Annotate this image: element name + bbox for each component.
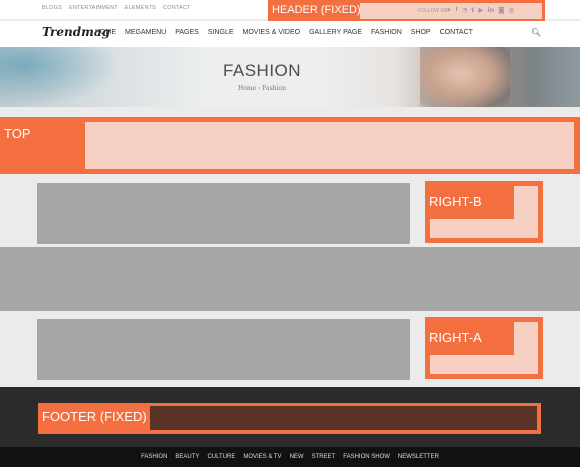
nav-item-shop[interactable]: SHOP — [411, 29, 431, 36]
main-content-placeholder-1 — [37, 183, 410, 244]
youtube-icon[interactable]: ▶ — [478, 6, 483, 14]
top-link-entertainment[interactable]: ENTERTAINMENT — [69, 5, 118, 11]
bottom-link-fashion-show[interactable]: FASHION SHOW — [343, 454, 390, 460]
nav-item-fashion[interactable]: FASHION — [371, 29, 402, 36]
top-placeholder: TOP — [0, 117, 580, 174]
header-inner-area: FOLLOW ME: ✦ f ◔ t ▶ in ◙ ◍ — [360, 3, 542, 19]
top-links: BLOGS ENTERTAINMENT ELEMENTS CONTACT — [42, 5, 191, 11]
twitter-icon[interactable]: ✦ — [446, 6, 451, 14]
page-title: FASHION — [222, 61, 302, 80]
bottom-link-culture[interactable]: CULTURE — [207, 454, 235, 460]
nav-item-movies-video[interactable]: MOVIES & VIDEO — [243, 29, 301, 36]
nav-item-gallery-page[interactable]: GALLERY PAGE — [309, 29, 362, 36]
breadcrumb[interactable]: Home › Fashion — [0, 85, 524, 92]
footer-inner-area — [150, 406, 537, 430]
top-inner-area — [85, 122, 574, 169]
top-label: TOP — [4, 126, 31, 141]
bottom-link-movies-tv[interactable]: MOVIES & TV — [243, 454, 281, 460]
top-link-blogs[interactable]: BLOGS — [42, 5, 62, 11]
bottom-link-beauty[interactable]: BEAUTY — [175, 454, 199, 460]
rss-icon[interactable]: ◔ — [462, 6, 468, 14]
page-banner: FASHION Home › Fashion — [0, 47, 580, 107]
dribbble-icon[interactable]: ◍ — [509, 6, 515, 14]
follow-label: FOLLOW ME: — [418, 8, 450, 14]
top-link-contact[interactable]: CONTACT — [163, 5, 191, 11]
right-b-placeholder: RIGHT-B — [425, 181, 543, 243]
instagram-icon[interactable]: ◙ — [498, 6, 504, 14]
bottom-link-newsletter[interactable]: NEWSLETTER — [398, 454, 439, 460]
top-link-elements[interactable]: ELEMENTS — [125, 5, 156, 11]
nav-item-home[interactable]: HOME — [95, 29, 116, 36]
bottom-links: FASHION BEAUTY CULTURE MOVIES & TV NEW S… — [0, 454, 580, 460]
bottom-bar: FASHION BEAUTY CULTURE MOVIES & TV NEW S… — [0, 447, 580, 467]
nav-item-pages[interactable]: PAGES — [175, 29, 199, 36]
right-b-label: RIGHT-B — [429, 194, 482, 209]
linkedin-icon[interactable]: in — [487, 6, 494, 14]
main-menu: HOME MEGAMENU PAGES SINGLE MOVIES & VIDE… — [95, 29, 473, 36]
header-fixed-placeholder: HEADER (FIXED) FOLLOW ME: ✦ f ◔ t ▶ in ◙… — [268, 0, 545, 23]
right-a-label: RIGHT-A — [429, 330, 482, 345]
tumblr-icon[interactable]: t — [471, 6, 474, 14]
footer-label: FOOTER (FIXED) — [42, 409, 147, 424]
footer-fixed-placeholder: FOOTER (FIXED) — [38, 403, 541, 434]
bottom-link-fashion[interactable]: FASHION — [141, 454, 167, 460]
facebook-icon[interactable]: f — [455, 6, 457, 14]
header-label: HEADER (FIXED) — [272, 4, 361, 16]
nav-item-megamenu[interactable]: MEGAMENU — [125, 29, 166, 36]
main-navbar: Trendmag HOME MEGAMENU PAGES SINGLE MOVI… — [0, 21, 580, 47]
bottom-link-street[interactable]: STREET — [312, 454, 336, 460]
search-icon[interactable]: 🔍︎ — [531, 28, 541, 37]
nav-item-single[interactable]: SINGLE — [208, 29, 234, 36]
middle-gray-band — [0, 247, 580, 311]
right-a-placeholder: RIGHT-A — [425, 317, 543, 379]
bottom-link-new[interactable]: NEW — [290, 454, 304, 460]
social-icons: ✦ f ◔ t ▶ in ◙ ◍ — [446, 6, 514, 14]
nav-item-contact[interactable]: CONTACT — [440, 29, 473, 36]
main-content-placeholder-2 — [37, 319, 410, 380]
